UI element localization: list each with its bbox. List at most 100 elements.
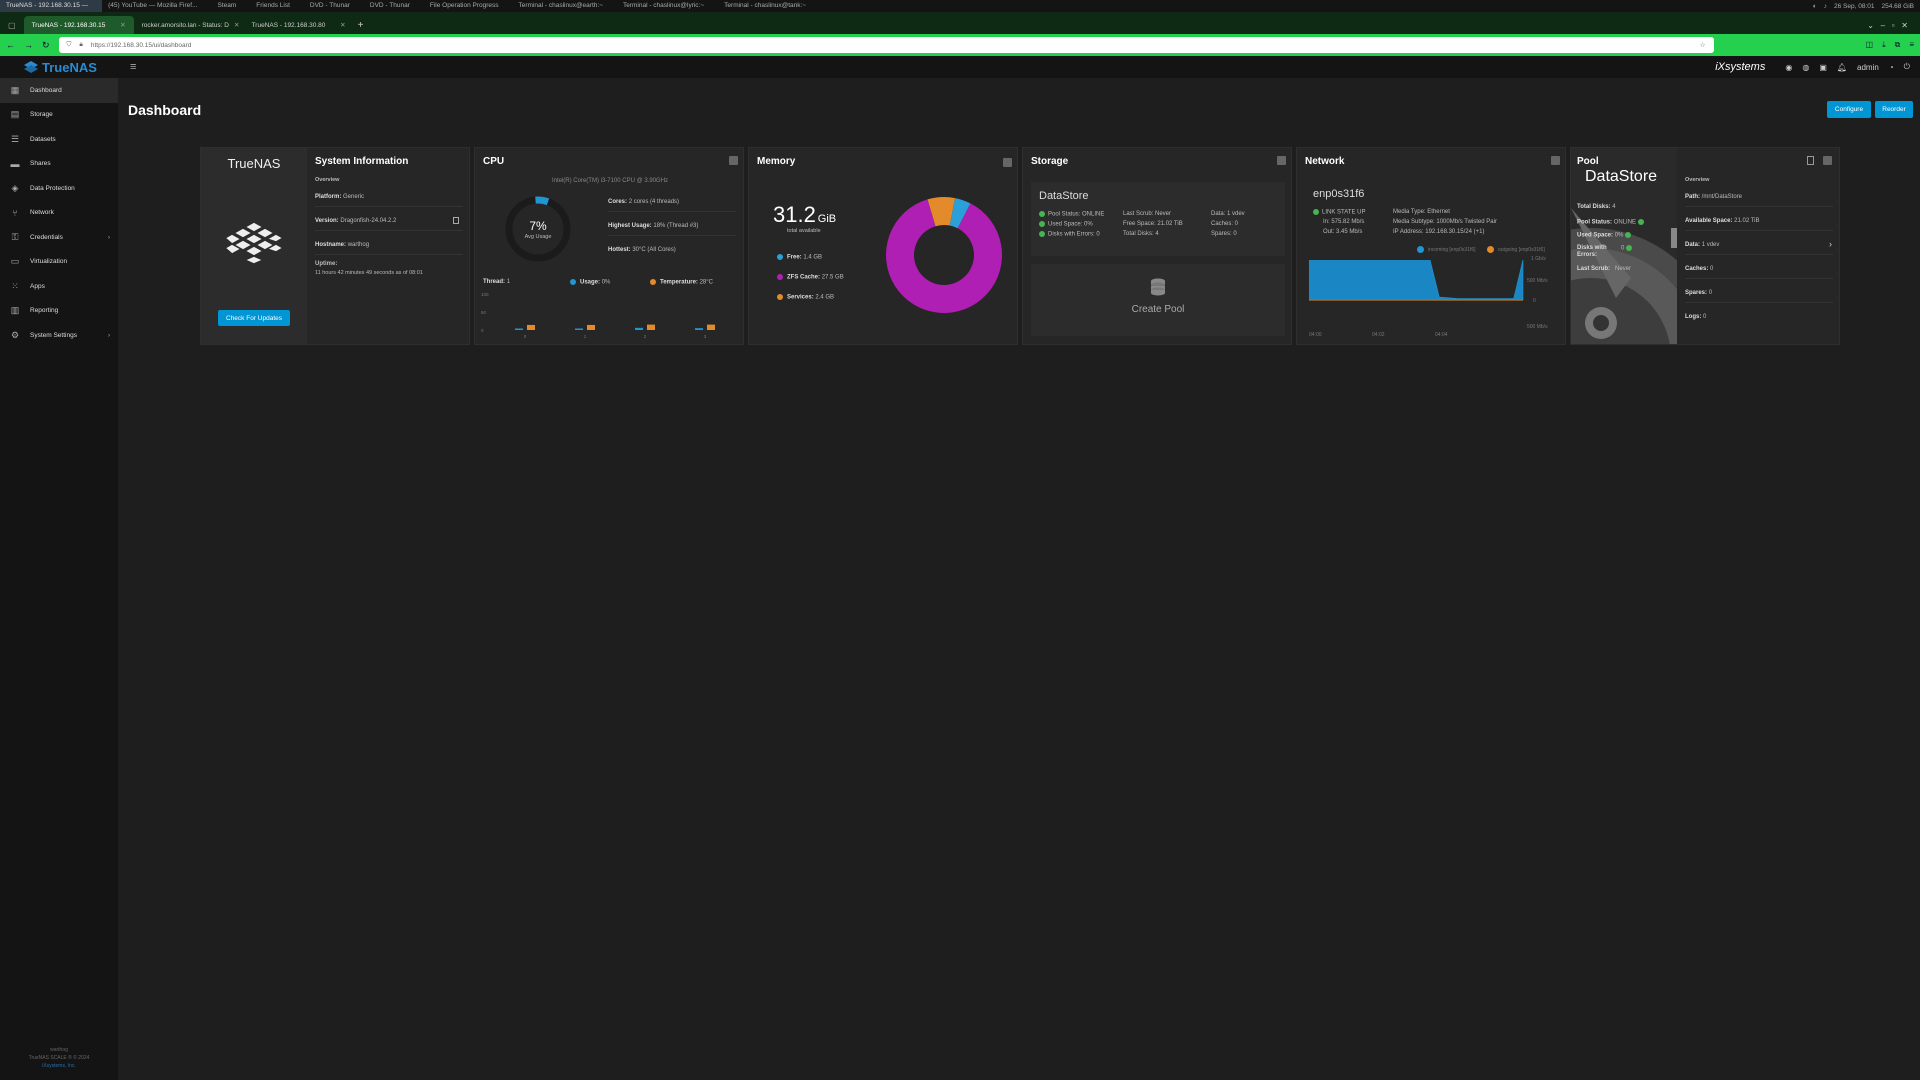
services-label: Services:	[787, 294, 814, 301]
extension-icon[interactable]: ⧉	[1895, 40, 1901, 50]
widget-settings-icon[interactable]	[1551, 156, 1560, 165]
widget-settings-icon[interactable]	[1823, 156, 1832, 165]
total-disks: Total Disks: 4	[1123, 231, 1159, 237]
create-pool-card[interactable]: Create Pool	[1031, 264, 1285, 336]
os-task-item[interactable]: Steam	[212, 0, 251, 12]
sidebar-item-shares[interactable]: ▬ Shares	[0, 152, 118, 177]
app-header: TrueNAS ≡ iXsystems ◉ ◍ ▣ 🔔︎ admin ◔ ⏻	[0, 56, 1920, 78]
sidebar-item-data-protection[interactable]: ◈ Data Protection	[0, 176, 118, 201]
pocket-icon[interactable]: ◫	[1866, 40, 1874, 50]
back-icon[interactable]: ←	[6, 40, 15, 50]
footer-hostname: warthog	[50, 1047, 68, 1053]
tab-list-icon[interactable]: ▢	[0, 21, 24, 30]
widget-title: Memory	[757, 156, 796, 167]
reorder-button[interactable]: Reorder	[1875, 101, 1913, 118]
hamburger-menu-icon[interactable]: ≡	[130, 61, 136, 73]
status-ok-icon	[1039, 231, 1045, 237]
gear-icon: ⚙	[10, 329, 20, 340]
os-task-item[interactable]: (45) YouTube — Mozilla Firef...	[102, 0, 211, 12]
sidebar-item-label: Credentials	[30, 233, 63, 241]
pool-storage-icon[interactable]	[1807, 156, 1814, 165]
os-task-item[interactable]: Terminal - chaslinux@earth:~	[513, 0, 617, 12]
widget-settings-icon[interactable]	[1003, 158, 1012, 167]
y-tick: 500 Mb/s	[1527, 278, 1548, 284]
copy-icon[interactable]	[453, 217, 459, 224]
footer-link[interactable]: iXsystems, Inc.	[0, 1062, 118, 1070]
version-value: Dragonfish-24.04.2.2	[340, 218, 397, 224]
browser-tab[interactable]: rocker.amorsito.lan - Status: D ✕	[134, 16, 244, 34]
menu-icon[interactable]: ≡	[1909, 40, 1914, 50]
sidebar-item-datasets[interactable]: ☰ Datasets	[0, 127, 118, 152]
directory-services-icon[interactable]: ◍	[1802, 63, 1809, 72]
tray-icon[interactable]: ◐	[1813, 3, 1817, 10]
spares-value: 0	[1708, 290, 1713, 296]
os-task-item[interactable]: DVD - Thunar	[364, 0, 424, 12]
browser-tab[interactable]: TrueNAS - 192.168.30.80 ✕	[244, 16, 354, 34]
highest-usage-value: 18% (Thread #3)	[653, 223, 699, 229]
truenas-logo[interactable]: TrueNAS	[0, 60, 120, 75]
power-icon[interactable]: ⏻	[1904, 62, 1910, 72]
free-space: Free Space: 21.02 TiB	[1123, 221, 1183, 227]
jobs-icon[interactable]: ▣	[1819, 63, 1827, 72]
sidebar-item-network[interactable]: ⑂ Network	[0, 201, 118, 226]
pool-summary-card[interactable]: DataStore Pool Status: ONLINE Used Space…	[1031, 182, 1285, 256]
memory-total-value: 31.2	[773, 202, 816, 227]
system-tray: ◐ ♪ 26 Sep, 08:01 254.68 GiB	[1813, 3, 1920, 10]
truecommand-icon[interactable]: ◉	[1785, 63, 1792, 72]
os-task-item[interactable]: Terminal - chaslinux@tank:~	[718, 0, 820, 12]
new-tab-button[interactable]: +	[358, 20, 364, 31]
os-task-item[interactable]: Terminal - chaslinux@lyric:~	[617, 0, 718, 12]
sidebar-item-apps[interactable]: ⁙ Apps	[0, 274, 118, 299]
forward-icon[interactable]: →	[24, 40, 33, 50]
sidebar-item-label: Shares	[30, 160, 51, 168]
chevron-right-icon[interactable]: ›	[1829, 239, 1832, 249]
os-task-item[interactable]: TrueNAS - 192.168.30.15 —	[0, 0, 103, 12]
os-task-item[interactable]: File Operation Progress	[424, 0, 513, 12]
y-tick: 500 Mb/s	[1527, 324, 1548, 330]
os-task-item[interactable]: Friends List	[250, 0, 304, 12]
bell-icon[interactable]: 🔔︎	[1837, 63, 1847, 72]
clock[interactable]: 26 Sep, 08:01	[1834, 3, 1874, 10]
widget-settings-icon[interactable]	[729, 156, 738, 165]
bookmark-star-icon[interactable]: ☆	[1700, 41, 1706, 49]
url-field[interactable]: ⛉ 🔒︎ https://192.168.30.15/ui/dashboard …	[58, 37, 1714, 53]
sidebar-item-system-settings[interactable]: ⚙ System Settings ›	[0, 323, 118, 348]
check-for-updates-button[interactable]: Check For Updates	[218, 310, 290, 326]
volume-icon[interactable]: ♪	[1824, 3, 1827, 10]
username[interactable]: admin	[1857, 63, 1879, 72]
ixsystems-logo[interactable]: iXsystems	[1715, 61, 1765, 73]
close-icon[interactable]: ✕	[234, 21, 239, 29]
overview-heading: Overview	[315, 177, 340, 183]
account-icon[interactable]: ◔	[1889, 63, 1894, 72]
datasets-icon: ☰	[10, 133, 20, 144]
status-ok-icon	[1625, 232, 1632, 238]
widget-settings-icon[interactable]	[1277, 156, 1286, 165]
reporting-icon: ▥	[10, 305, 20, 316]
download-icon[interactable]: ⤓	[1882, 40, 1886, 50]
sidebar-item-dashboard[interactable]: ▦ Dashboard	[0, 78, 118, 103]
reload-icon[interactable]: ↻	[42, 40, 50, 51]
sidebar: ▦ Dashboard ▤ Storage ☰ Datasets ▬ Shares ◈ D…	[0, 78, 118, 1080]
divider	[1685, 254, 1833, 255]
os-task-item[interactable]: DVD - Thunar	[304, 0, 364, 12]
hostname-label: Hostname:	[315, 242, 347, 248]
close-icon[interactable]: ✕	[120, 21, 125, 29]
sidebar-item-virtualization[interactable]: ▭ Virtualization	[0, 250, 118, 275]
configure-button[interactable]: Configure	[1827, 101, 1871, 118]
y-tick-label: 100	[481, 292, 489, 297]
window-controls[interactable]: ⌄ – ▫ ✕	[1867, 21, 1920, 30]
sidebar-item-storage[interactable]: ▤ Storage	[0, 103, 118, 128]
temperature-bar	[647, 324, 655, 330]
sidebar-item-reporting[interactable]: ▥ Reporting	[0, 299, 118, 324]
lock-icon[interactable]: 🔒︎	[79, 41, 82, 49]
close-icon[interactable]: ✕	[340, 21, 345, 29]
sidebar-item-credentials[interactable]: ⚿ Credentials ›	[0, 225, 118, 250]
browser-tab[interactable]: TrueNAS - 192.168.30.15 ✕	[23, 16, 134, 34]
avg-usage-value: 7%	[529, 219, 547, 233]
pool-name: DataStore	[1039, 190, 1089, 202]
temperature-legend-dot	[650, 279, 656, 285]
used-space: Used Space: 0%	[1048, 221, 1093, 228]
network-icon: ⑂	[12, 207, 18, 218]
shield-icon[interactable]: ⛉	[67, 41, 72, 49]
status-ok-icon	[1626, 245, 1633, 251]
